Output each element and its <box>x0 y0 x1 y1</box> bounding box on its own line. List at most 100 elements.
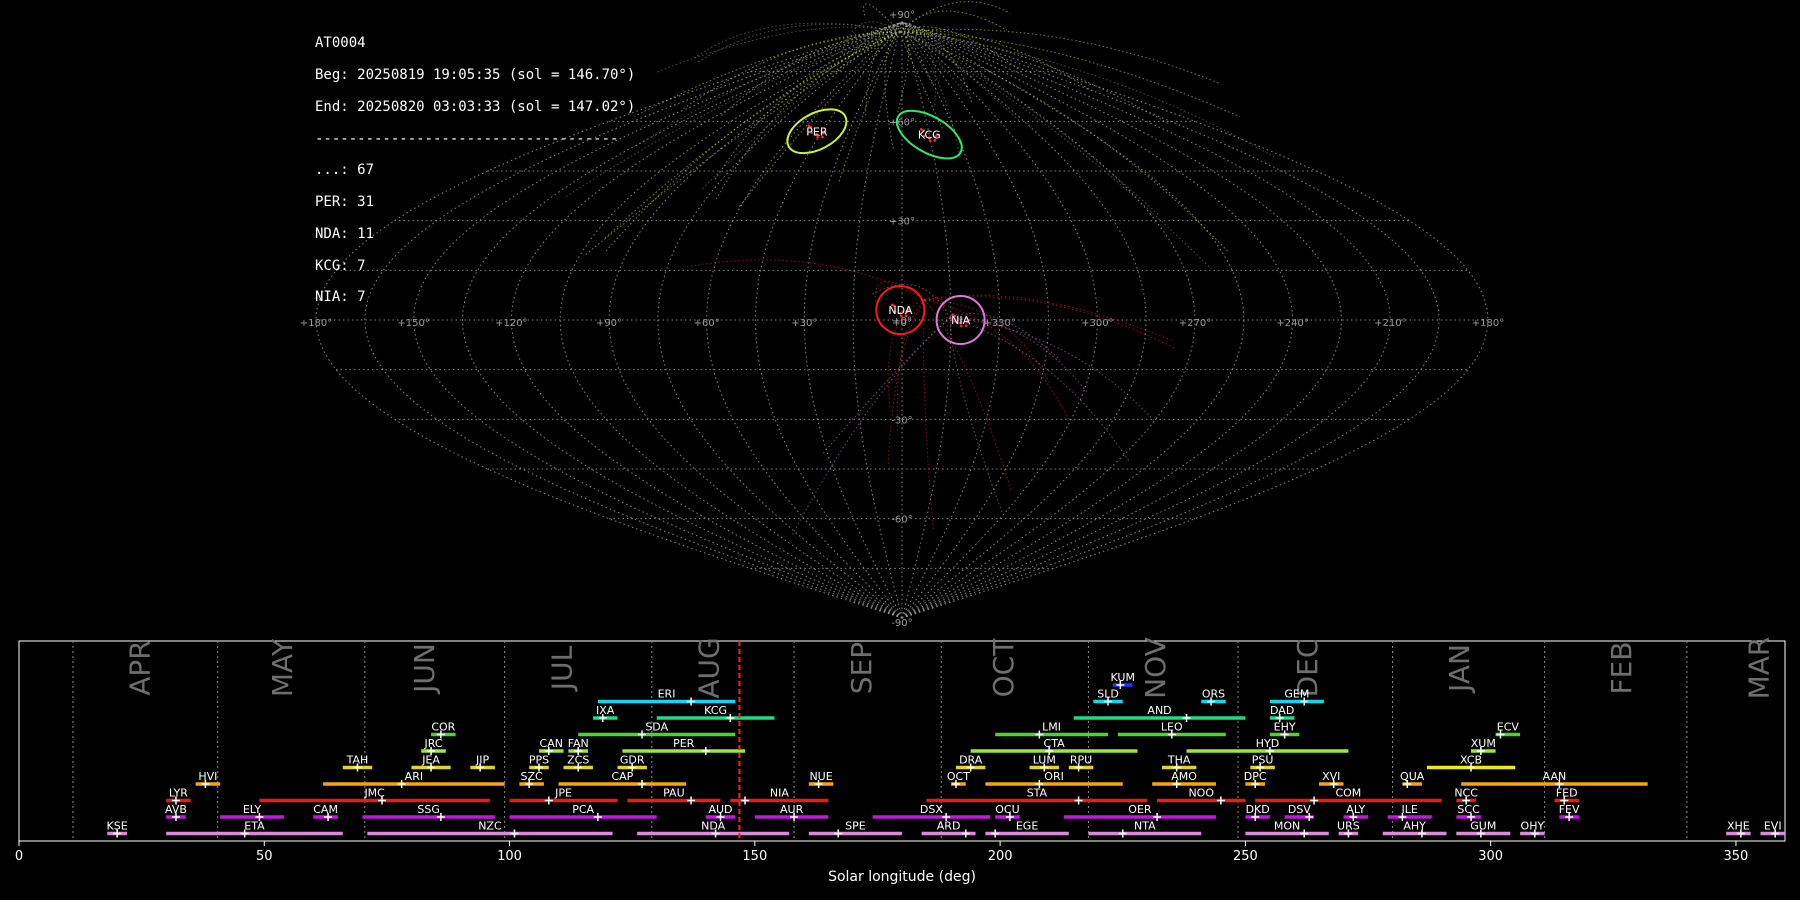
shower-code: DRA <box>959 754 983 767</box>
shower-fan: FAN <box>568 737 589 755</box>
shower-ari: ARI <box>323 770 505 788</box>
shower-code: NCC <box>1454 787 1478 800</box>
end-time: End: 20250820 03:03:33 (sol = 147.02°) <box>315 98 636 115</box>
shower-cor: COR <box>431 721 456 739</box>
shower-code: URS <box>1337 820 1360 833</box>
shower-dsx: DSX <box>872 803 991 821</box>
radiant-label: NIA <box>951 314 970 327</box>
shower-xum: XUM <box>1471 737 1496 755</box>
radiant-per: PER <box>786 108 848 155</box>
shower-szc: SZC <box>519 770 544 788</box>
shower-psu: PSU <box>1250 754 1275 772</box>
meteor-trail <box>884 31 901 150</box>
shower-eta: ETA <box>166 820 343 838</box>
shower-code: JEA <box>421 754 440 767</box>
shower-sda: SDA <box>578 721 736 739</box>
shower-zcs: ZCS <box>563 754 593 772</box>
shower-aud: AUD <box>705 803 736 821</box>
shower-ncc: NCC <box>1454 787 1478 805</box>
shower-lum: LUM <box>1029 754 1059 772</box>
shower-leo: LEO <box>1117 721 1226 739</box>
lat-label: +30° <box>889 217 915 228</box>
shower-code: CAN <box>540 737 563 750</box>
meteor-trail <box>949 317 1089 395</box>
shower-code: PPS <box>529 754 549 767</box>
month-label: AUG <box>693 637 726 698</box>
shower-aur: AUR <box>754 803 829 821</box>
meteor-trail <box>899 31 1229 252</box>
shower-code: ZCS <box>567 754 589 767</box>
shower-code: OHY <box>1521 820 1545 833</box>
count-kcg: KCG: 7 <box>315 257 366 274</box>
x-axis-label: Solar longitude (deg) <box>828 869 976 885</box>
shower-ege: EGE <box>985 820 1069 838</box>
shower-code: NTA <box>1134 820 1156 833</box>
shower-kse: KSE <box>107 820 128 838</box>
shower-hvi: HVI <box>195 770 221 788</box>
shower-code: SZC <box>521 770 544 783</box>
shower-dkd: DKD <box>1245 803 1270 821</box>
shower-code: LEO <box>1161 721 1183 734</box>
lon-label: +240° <box>1276 318 1308 329</box>
meteor-trail <box>605 31 901 252</box>
shower-code: LYR <box>169 787 188 800</box>
shower-nzc: NZC <box>367 820 613 838</box>
meteor-trail <box>899 31 1021 122</box>
shower-code: PCA <box>572 803 594 816</box>
shower-jpe: JPE <box>509 787 618 805</box>
shower-code: CAM <box>313 803 338 816</box>
lon-label: +0° <box>892 318 912 329</box>
shower-code: DKD <box>1246 803 1270 816</box>
shower-fed: FED <box>1554 787 1579 805</box>
shower-ile: ILE <box>1387 803 1432 821</box>
shower-dsv: DSV <box>1284 803 1315 821</box>
meteor-trail <box>924 299 1050 383</box>
meteor-trail <box>896 31 910 116</box>
shower-code: HVI <box>198 770 217 783</box>
month-label: NOV <box>1139 637 1172 699</box>
shower-ohy: OHY <box>1520 820 1545 838</box>
shower-code: LMI <box>1042 721 1061 734</box>
lon-label: +330° <box>983 318 1015 329</box>
x-tick-label: 200 <box>988 849 1013 864</box>
shower-aly: ALY <box>1343 803 1369 821</box>
count-nda: NDA: 11 <box>315 225 375 242</box>
shower-dpc: DPC <box>1244 770 1267 788</box>
shower-code: ELY <box>243 803 262 816</box>
shower-code: EHY <box>1274 721 1296 734</box>
shower-code: FAN <box>568 737 589 750</box>
shower-code: KCG <box>704 704 727 717</box>
shower-code: CTA <box>1044 737 1066 750</box>
lon-label: +270° <box>1179 318 1211 329</box>
shower-code: HYD <box>1256 737 1279 750</box>
shower-lmi: LMI <box>995 721 1109 739</box>
shower-urs: URS <box>1337 820 1360 838</box>
meteor-trail <box>899 26 1021 72</box>
meteor-trail <box>899 31 1276 159</box>
shower-code: JPE <box>554 787 572 800</box>
shower-mon: MON <box>1245 820 1329 838</box>
shower-code: DSV <box>1288 803 1311 816</box>
shower-tah: TAH <box>342 754 373 772</box>
shower-ors: ORS <box>1201 688 1226 706</box>
shower-per: PER <box>622 737 746 755</box>
month-label: MAY <box>266 638 299 697</box>
shower-gum: GUM <box>1456 820 1511 838</box>
lon-label: +120° <box>495 318 527 329</box>
shower-code: ECV <box>1497 721 1520 734</box>
shower-lyr: LYR <box>166 787 191 805</box>
shower-scc: SCC <box>1456 803 1481 821</box>
month-label: FEB <box>1605 641 1638 694</box>
shower-pps: PPS <box>529 754 549 772</box>
lat-label: +90° <box>889 10 915 21</box>
shower-cap: CAP <box>558 770 687 788</box>
shower-qua: QUA <box>1400 770 1425 788</box>
shower-code: TAH <box>346 754 369 767</box>
shower-code: NDA <box>701 820 726 833</box>
shower-avb: AVB <box>165 803 187 821</box>
lon-label: +180° <box>1472 318 1504 329</box>
shower-code: ILE <box>1402 803 1418 816</box>
shower-kcg: KCG <box>656 704 775 722</box>
shower-nta: NTA <box>1088 820 1202 838</box>
shower-nia: NIA <box>730 787 829 805</box>
